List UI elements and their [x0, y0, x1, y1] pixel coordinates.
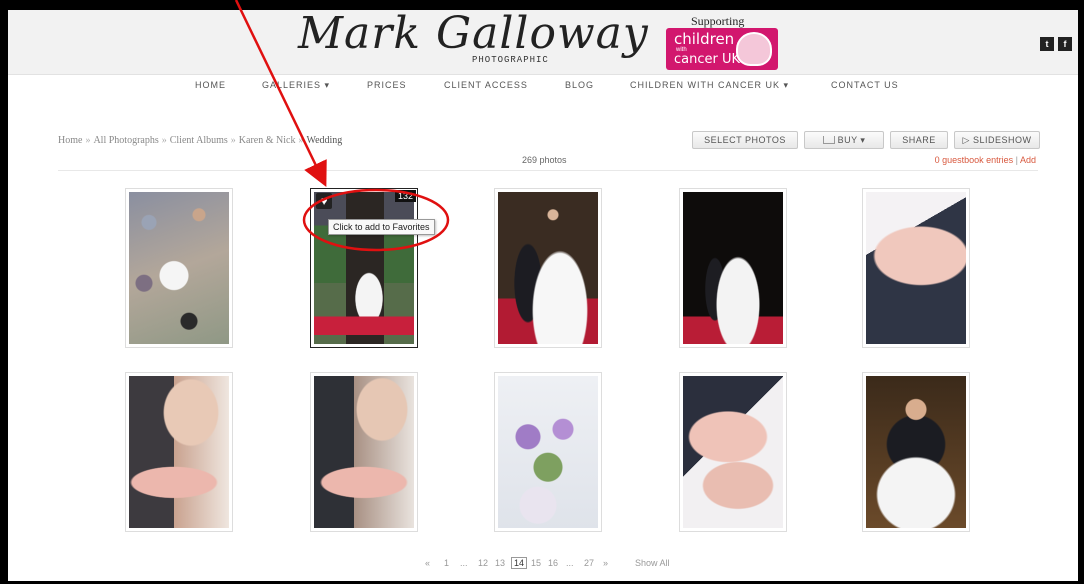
breadcrumb-separator: »: [298, 135, 304, 146]
browser-viewport: Mark Galloway PHOTOGRAPHIC Supporting ch…: [8, 10, 1078, 581]
twitter-icon[interactable]: t: [1040, 37, 1054, 51]
pagination-prev[interactable]: «: [425, 558, 430, 568]
photo-couple-doorway-dark: [683, 192, 783, 344]
photo-thumbnail[interactable]: [679, 188, 787, 348]
pagination-ellipsis: ...: [566, 558, 574, 568]
photo-thumbnail[interactable]: [862, 188, 970, 348]
pagination-next[interactable]: »: [603, 558, 608, 568]
breadcrumb-separator: »: [161, 135, 167, 146]
buy-button[interactable]: BUY ▾: [804, 131, 884, 149]
photo-bride-hand-shoulder: [129, 376, 229, 528]
pagination-page[interactable]: 13: [495, 558, 505, 568]
supporting-label: Supporting: [691, 14, 745, 28]
charity-logo-line1: children: [674, 30, 735, 48]
nav-home[interactable]: HOME: [195, 80, 226, 90]
nav-prices[interactable]: PRICES: [367, 80, 407, 90]
slideshow-button[interactable]: ▷ SLIDESHOW: [954, 131, 1040, 149]
pagination: « 1 ... 12 13 14 15 16 ... 27 » Show All: [8, 557, 1078, 572]
pagination-show-all[interactable]: Show All: [635, 558, 670, 568]
pagination-page[interactable]: 12: [478, 558, 488, 568]
breadcrumb-separator: »: [85, 135, 91, 146]
social-links: t f: [1040, 37, 1072, 51]
photo-view-count-badge: 132: [394, 190, 416, 202]
photo-bride-hand-shoulder-2: [314, 376, 414, 528]
main-nav: HOME GALLERIES ▾ PRICES CLIENT ACCESS BL…: [8, 80, 1078, 96]
charity-logo-line2: cancer UK: [674, 52, 741, 67]
breadcrumb-karen-nick[interactable]: Karen & Nick: [239, 135, 296, 146]
charity-logo[interactable]: children with cancer UK: [666, 28, 778, 70]
guestbook-entries-link[interactable]: 0 guestbook entries: [935, 155, 1014, 165]
guestbook-links: 0 guestbook entries | Add: [934, 155, 1036, 165]
photo-thumbnail[interactable]: [494, 188, 602, 348]
share-button[interactable]: SHARE: [890, 131, 948, 149]
pagination-ellipsis: ...: [460, 558, 468, 568]
site-header: Mark Galloway PHOTOGRAPHIC Supporting ch…: [8, 10, 1078, 75]
guestbook-add-link[interactable]: Add: [1020, 155, 1036, 165]
pagination-page[interactable]: 16: [548, 558, 558, 568]
breadcrumb-home[interactable]: Home: [58, 135, 82, 146]
charity-mascot-icon: [736, 32, 772, 66]
photo-thumbnail[interactable]: [310, 372, 418, 532]
select-photos-button[interactable]: SELECT PHOTOS: [692, 131, 798, 149]
photo-couple-portrait: [498, 192, 598, 344]
photo-ring-hand-closeup: [866, 192, 966, 344]
photo-thumbnail[interactable]: [679, 372, 787, 532]
breadcrumb-separator: »: [230, 135, 236, 146]
facebook-icon[interactable]: f: [1058, 37, 1072, 51]
pagination-page[interactable]: 27: [584, 558, 594, 568]
site-logo-subtitle: PHOTOGRAPHIC: [472, 55, 549, 65]
photo-church-doorway: [314, 192, 414, 344]
cart-icon: [822, 136, 835, 144]
heart-icon[interactable]: ♥: [316, 193, 332, 209]
nav-children-with-cancer[interactable]: CHILDREN WITH CANCER UK ▾: [630, 80, 789, 91]
photo-thumbnail-hovered[interactable]: 132 ♥: [310, 188, 418, 348]
breadcrumb-client-albums[interactable]: Client Albums: [170, 135, 228, 146]
photo-count: 269 photos: [522, 155, 567, 165]
favorites-tooltip: Click to add to Favorites: [328, 219, 435, 235]
nav-galleries[interactable]: GALLERIES ▾: [262, 80, 330, 91]
breadcrumb-current: Wedding: [306, 135, 343, 146]
photo-hands-rings: [683, 376, 783, 528]
nav-client-access[interactable]: CLIENT ACCESS: [444, 80, 528, 90]
photo-thumbnail[interactable]: [125, 188, 233, 348]
pagination-page[interactable]: 15: [531, 558, 541, 568]
nav-blog[interactable]: BLOG: [565, 80, 594, 90]
photo-thumbnail[interactable]: [125, 372, 233, 532]
photo-thumbnail[interactable]: [862, 372, 970, 532]
nav-contact[interactable]: CONTACT US: [831, 80, 899, 90]
photo-groom-bride-embrace: [866, 376, 966, 528]
photo-confetti-crowd: [129, 192, 229, 344]
divider: [58, 170, 1038, 171]
photo-thumbnail[interactable]: [494, 372, 602, 532]
breadcrumb-all-photographs[interactable]: All Photographs: [93, 135, 158, 146]
breadcrumb: Home» All Photographs» Client Albums» Karen…: [58, 135, 342, 146]
pagination-page[interactable]: 1: [444, 558, 449, 568]
buy-button-label: BUY ▾: [837, 134, 866, 145]
pagination-current-page: 14: [511, 557, 528, 569]
photo-bouquet-flowers: [498, 376, 598, 528]
site-logo[interactable]: Mark Galloway: [298, 10, 649, 59]
